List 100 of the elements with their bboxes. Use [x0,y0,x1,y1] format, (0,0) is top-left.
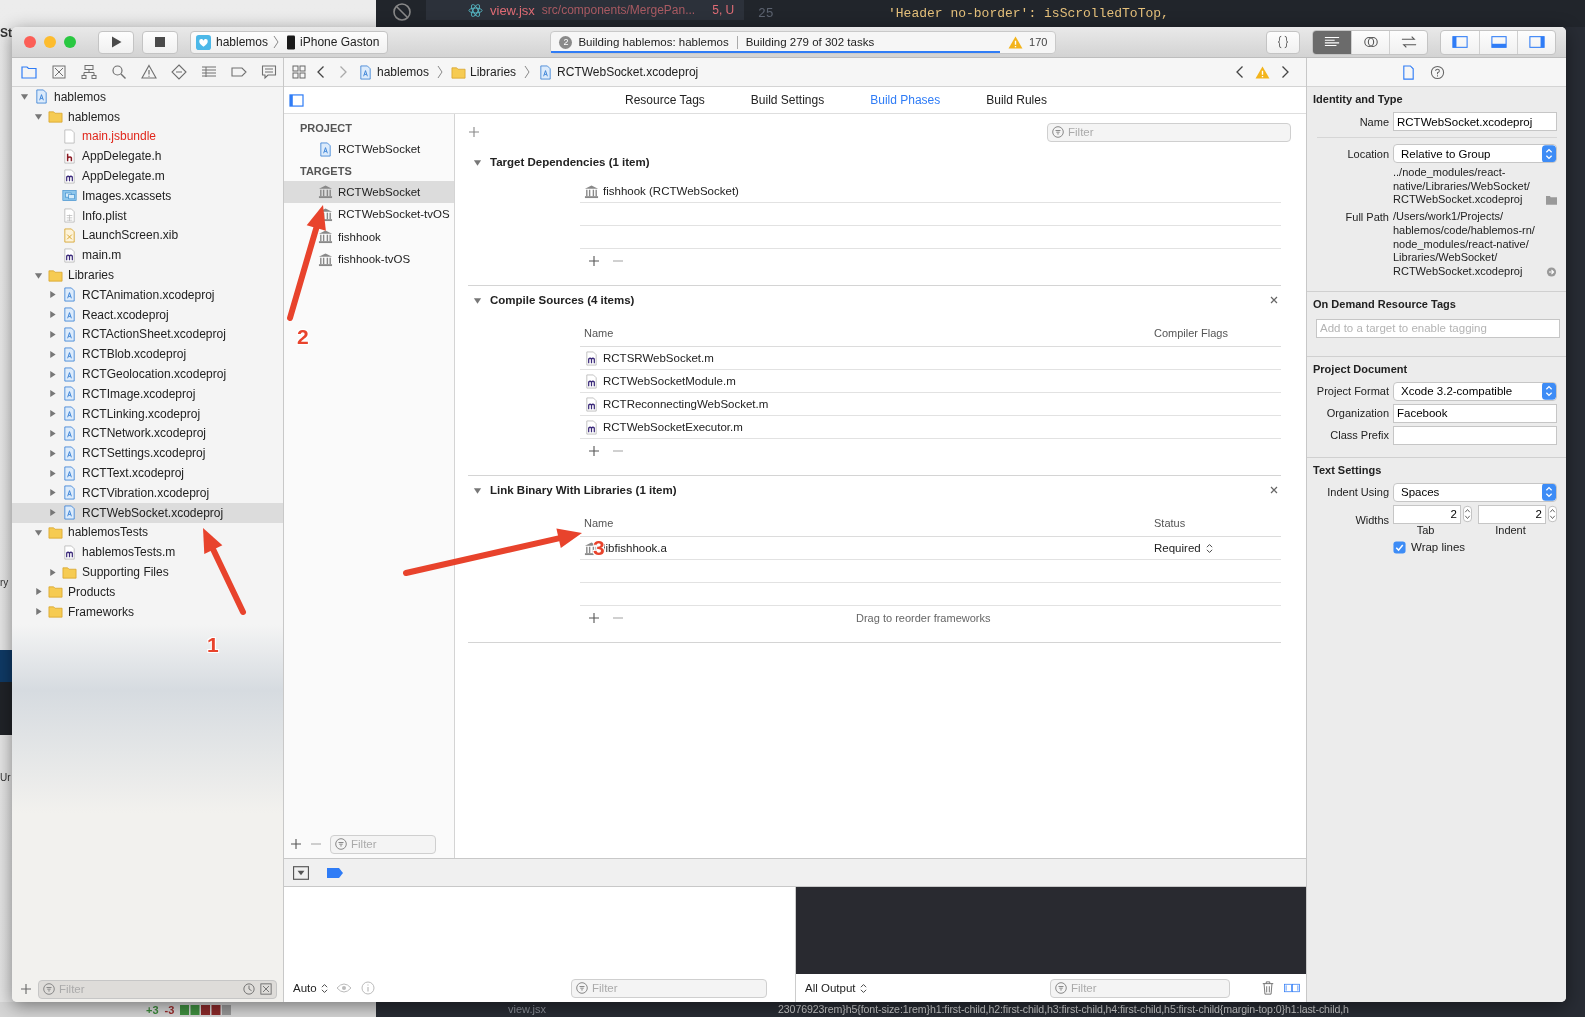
breakpoint-icon[interactable] [327,865,343,880]
report-navigator-icon[interactable] [261,64,277,80]
symbol-navigator-icon[interactable] [81,64,97,80]
stop-button[interactable] [142,30,178,54]
trash-icon[interactable] [1260,981,1276,995]
tree-row[interactable]: RCTSettings.xcodeproj [12,443,283,464]
filter-field[interactable]: Filter [1047,122,1291,142]
disclosure-triangle[interactable] [34,527,43,537]
stepper-icon[interactable] [1542,145,1556,162]
tree-row[interactable]: RCTActionSheet.xcodeproj [12,324,283,345]
tree-row[interactable]: hablemos [12,106,283,127]
tree-row[interactable]: React.xcodeproj [12,304,283,325]
filter-field[interactable]: Filter [571,978,767,998]
disclosure-triangle[interactable] [48,310,57,320]
editor-tab[interactable]: view.jsx [508,1003,546,1015]
add-icon[interactable] [588,445,600,457]
disclosure-triangle[interactable] [34,270,43,280]
filter-field[interactable]: Filter [330,834,436,854]
tree-row[interactable]: Supporting Files [12,562,283,582]
find-navigator-icon[interactable] [111,64,127,80]
filter-field[interactable]: Filter [1050,978,1230,998]
target-row[interactable]: fishhook-tvOS [284,248,454,271]
disclosure-triangle[interactable] [48,409,57,419]
disclosure-triangle[interactable] [48,468,57,478]
editor-tab[interactable]: Build Rules [963,93,1070,107]
disclosure-triangle[interactable] [48,329,57,339]
arrow-circle-icon[interactable] [1546,266,1557,277]
tree-row[interactable]: RCTBlob.xcodeproj [12,344,283,365]
add-icon[interactable] [588,612,600,624]
tree-row[interactable]: AppDelegate.h [12,146,283,167]
tree-row[interactable]: RCTLinking.xcodeproj [12,403,283,424]
close-button[interactable] [24,36,36,48]
tree-row[interactable]: hablemos [12,87,283,107]
target-row[interactable]: fishhook [284,225,454,248]
phase-title[interactable]: Compile Sources (4 items) [490,294,635,306]
tree-row[interactable]: RCTGeolocation.xcodeproj [12,364,283,384]
disclosure-triangle[interactable] [473,485,482,495]
close-icon[interactable] [1269,485,1279,495]
editor-tab[interactable]: Resource Tags [602,93,728,107]
test-navigator-icon[interactable] [171,64,187,80]
debug-navigator-icon[interactable] [201,64,217,80]
source-control-navigator-icon[interactable] [51,64,67,80]
path-item[interactable]: hablemos [358,64,430,80]
editor-tab[interactable]: Build Phases [847,93,964,107]
tree-row[interactable]: RCTVibration.xcodeproj [12,482,283,503]
library-button[interactable] [1266,30,1300,54]
editor-tab[interactable]: Build Settings [727,93,848,107]
path-item[interactable]: Libraries [451,64,517,80]
class-prefix-field[interactable] [1393,425,1557,445]
location-popup[interactable]: Relative to Group [1393,144,1557,163]
project-row[interactable]: RCTWebSocket [284,138,454,161]
clock-icon[interactable] [243,983,255,995]
disclosure-triangle[interactable] [48,488,57,498]
disclosure-triangle[interactable] [34,607,43,617]
close-icon[interactable] [1269,295,1279,305]
name-field[interactable]: RCTWebSocket.xcodeproj [1393,112,1557,131]
tree-row[interactable]: Info.plist [12,205,283,226]
issue-navigator-icon[interactable] [141,64,157,80]
phase-title[interactable]: Link Binary With Libraries (1 item) [490,484,677,496]
tree-row[interactable]: AppDelegate.m [12,166,283,186]
disclosure-triangle[interactable] [473,157,482,167]
help-icon[interactable] [1430,64,1445,80]
standard-editor-button[interactable] [1313,30,1351,54]
add-icon[interactable] [290,838,302,850]
hide-panel-icon[interactable] [293,865,309,880]
disclosure-triangle[interactable] [48,428,57,438]
project-navigator-icon[interactable] [21,64,37,80]
scope-popup[interactable]: Auto [293,982,328,994]
tree-row[interactable]: Products [12,581,283,602]
editor-tab[interactable]: view.jsx src/components/MergePan... 5, U [426,0,745,20]
stepper-icon[interactable] [1548,505,1557,524]
square-icon[interactable] [260,983,272,995]
add-icon[interactable] [468,126,480,138]
tags-field[interactable]: Add to a target to enable tagging [1316,318,1560,338]
disclosure-triangle[interactable] [48,448,57,458]
phase-title[interactable]: Target Dependencies (1 item) [490,156,650,168]
warning-count[interactable]: 170 [1029,36,1048,48]
tab-width-field[interactable]: 2 [1393,504,1461,524]
breakpoint-navigator-icon[interactable] [231,64,247,80]
tree-row[interactable]: Libraries [12,265,283,285]
stepper-icon[interactable] [1542,483,1556,501]
tree-row[interactable]: main.jsbundle [12,126,283,147]
run-button[interactable] [98,30,134,54]
grid-icon[interactable] [292,65,306,79]
disclosure-triangle[interactable] [48,290,57,300]
stepper-icon[interactable] [1542,382,1556,400]
disclosure-triangle[interactable] [473,295,482,305]
disclosure-triangle[interactable] [20,92,29,102]
tree-row[interactable]: RCTWebSocket.xcodeproj [12,502,283,523]
tree-row[interactable]: Frameworks [12,601,283,622]
target-row[interactable]: RCTWebSocket [284,180,454,203]
tree-row[interactable]: Images.xcassets [12,186,283,206]
format-popup[interactable]: Xcode 3.2-compatible [1393,381,1557,401]
folder-icon[interactable] [1546,195,1557,206]
add-icon[interactable] [20,983,32,995]
indent-width-field[interactable]: 2 [1478,504,1546,524]
tree-row[interactable]: hablemosTests [12,522,283,543]
indent-popup[interactable]: Spaces [1393,482,1557,502]
disclosure-triangle[interactable] [48,508,57,518]
status-popup[interactable]: Required [1154,542,1213,554]
